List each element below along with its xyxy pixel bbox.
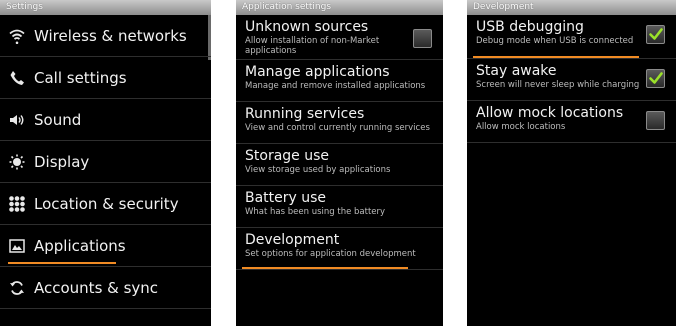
checkmark-icon xyxy=(649,72,663,84)
phone-icon xyxy=(8,69,26,87)
unknown-sources-checkbox[interactable] xyxy=(413,29,432,48)
development-item[interactable]: Development Set options for application … xyxy=(236,228,443,270)
sync-icon xyxy=(8,279,26,297)
allow-mock-locations-checkbox[interactable] xyxy=(646,111,665,130)
manage-applications-item[interactable]: Manage applications Manage and remove in… xyxy=(236,60,443,102)
settings-item-accounts[interactable]: Accounts & sync xyxy=(0,267,211,309)
settings-panel: Settings Wireless & networks Call settin… xyxy=(0,0,211,326)
allow-mock-locations-item[interactable]: Allow mock locations Allow mock location… xyxy=(467,101,676,143)
item-summary: View and control currently running servi… xyxy=(245,123,430,133)
settings-item-label: Accounts & sync xyxy=(34,278,159,297)
settings-item-label: Applications xyxy=(34,236,126,255)
speaker-icon xyxy=(8,111,26,129)
usb-debugging-item[interactable]: USB debugging Debug mode when USB is con… xyxy=(467,15,676,59)
item-title: Battery use xyxy=(245,190,327,206)
checkmark-icon xyxy=(649,28,663,40)
application-settings-title: Application settings xyxy=(236,0,443,15)
settings-item-label: Location & security xyxy=(34,194,179,213)
battery-use-item[interactable]: Battery use What has been using the batt… xyxy=(236,186,443,228)
applications-icon xyxy=(8,237,26,255)
settings-item-sound[interactable]: Sound xyxy=(0,99,211,141)
settings-item-location[interactable]: Location & security xyxy=(0,183,211,225)
stay-awake-item[interactable]: Stay awake Screen will never sleep while… xyxy=(467,59,676,101)
settings-title: Settings xyxy=(0,0,211,15)
unknown-sources-item[interactable]: Unknown sources Allow installation of no… xyxy=(236,15,443,60)
settings-item-label: Call settings xyxy=(34,68,127,87)
selection-underline xyxy=(242,267,408,269)
storage-use-item[interactable]: Storage use View storage used by applica… xyxy=(236,144,443,186)
running-services-item[interactable]: Running services View and control curren… xyxy=(236,102,443,144)
development-panel: Development USB debugging Debug mode whe… xyxy=(467,0,676,326)
stay-awake-checkbox[interactable] xyxy=(646,69,665,88)
settings-item-label: Wireless & networks xyxy=(34,26,187,45)
item-summary: What has been using the battery xyxy=(245,207,386,217)
grid-lock-icon xyxy=(8,195,26,213)
selection-underline xyxy=(8,262,116,264)
settings-item-wireless[interactable]: Wireless & networks xyxy=(0,15,211,57)
usb-debugging-checkbox[interactable] xyxy=(646,25,665,44)
item-title: Running services xyxy=(245,106,365,122)
settings-item-call[interactable]: Call settings xyxy=(0,57,211,99)
settings-item-label: Sound xyxy=(34,110,82,129)
item-summary: Allow installation of non-Market applica… xyxy=(245,36,380,56)
wifi-icon xyxy=(8,27,26,45)
brightness-icon xyxy=(8,153,26,171)
item-summary: View storage used by applications xyxy=(245,165,391,175)
item-summary: Manage and remove installed applications xyxy=(245,81,426,91)
application-settings-panel: Application settings Unknown sources All… xyxy=(236,0,443,326)
settings-item-label: Display xyxy=(34,152,90,171)
item-title: Development xyxy=(245,232,340,248)
selection-underline xyxy=(473,56,639,58)
settings-item-applications[interactable]: Applications xyxy=(0,225,211,267)
item-summary: Set options for application development xyxy=(245,249,416,259)
development-title: Development xyxy=(467,0,676,15)
item-title: Storage use xyxy=(245,148,330,164)
item-title: Manage applications xyxy=(245,64,390,80)
settings-item-display[interactable]: Display xyxy=(0,141,211,183)
